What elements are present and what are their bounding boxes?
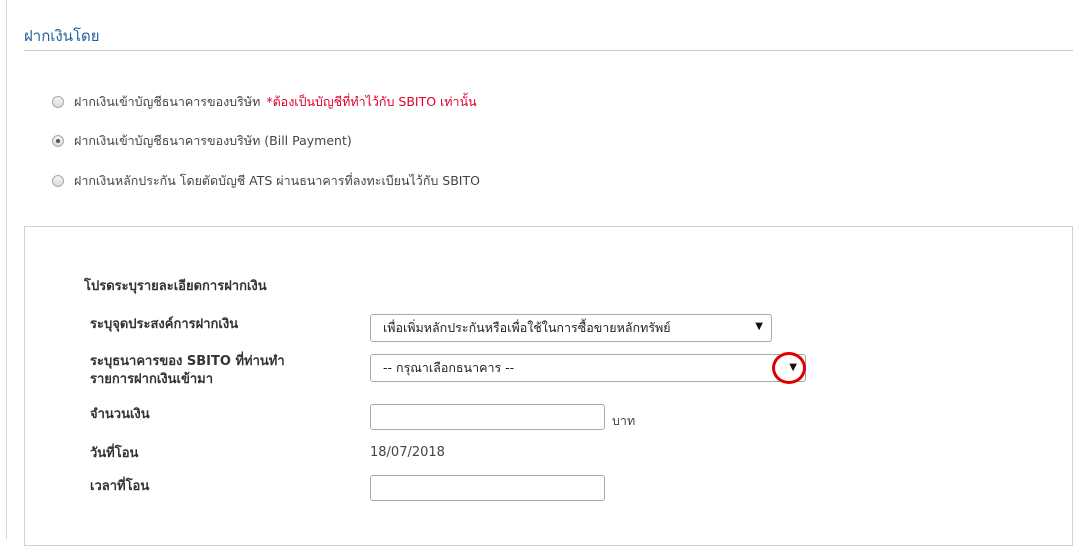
option-label: ฝากเงินเข้าบัญชีธนาคารของบริษัท — [74, 94, 261, 109]
chevron-down-icon[interactable]: ▼ — [755, 321, 763, 332]
bank-label-line2: รายการฝากเงินเข้ามา — [90, 372, 214, 387]
transfer-time-input[interactable] — [370, 475, 605, 501]
transfer-date-label: วันที่โอน — [90, 446, 139, 461]
radio-ats-deduction[interactable] — [52, 175, 64, 187]
option-bill-payment[interactable]: ฝากเงินเข้าบัญชีธนาคารของบริษัท (Bill Pa… — [52, 131, 352, 151]
option-ats-deduction[interactable]: ฝากเงินหลักประกัน โดยตัดบัญชี ATS ผ่านธน… — [52, 171, 480, 191]
amount-input[interactable] — [370, 404, 605, 430]
bank-selected: -- กรุณาเลือกธนาคาร -- — [383, 360, 515, 375]
bank-select[interactable]: -- กรุณาเลือกธนาคาร -- ▼ — [370, 354, 806, 382]
option-label: ฝากเงินเข้าบัญชีธนาคารของบริษัท (Bill Pa… — [74, 133, 352, 148]
bank-label-line1: ระบุธนาคารของ SBITO ที่ท่านทำ — [90, 354, 285, 369]
purpose-select[interactable]: เพื่อเพิ่มหลักประกันหรือเพื่อใช้ในการซื้… — [370, 314, 772, 342]
form-heading: โปรดระบุรายละเอียดการฝากเงิน — [84, 279, 267, 294]
option-label: ฝากเงินหลักประกัน โดยตัดบัญชี ATS ผ่านธน… — [74, 173, 480, 188]
radio-company-account[interactable] — [52, 96, 64, 108]
section-title: ฝากเงินโดย — [24, 27, 100, 45]
option-note: *ต้องเป็นบัญชีที่ทำไว้กับ SBITO เท่านั้น — [266, 94, 477, 109]
amount-label: จำนวนเงิน — [90, 407, 150, 422]
amount-unit: บาท — [612, 413, 636, 428]
title-divider — [24, 50, 1073, 51]
transfer-time-label: เวลาที่โอน — [90, 479, 150, 494]
radio-bill-payment[interactable] — [52, 135, 64, 147]
page-left-border — [6, 0, 7, 539]
highlight-circle — [772, 352, 806, 384]
purpose-selected: เพื่อเพิ่มหลักประกันหรือเพื่อใช้ในการซื้… — [383, 320, 671, 335]
transfer-date-value: 18/07/2018 — [370, 445, 445, 460]
option-company-account[interactable]: ฝากเงินเข้าบัญชีธนาคารของบริษัท *ต้องเป็… — [52, 92, 477, 112]
purpose-label: ระบุจุดประสงค์การฝากเงิน — [90, 317, 239, 332]
